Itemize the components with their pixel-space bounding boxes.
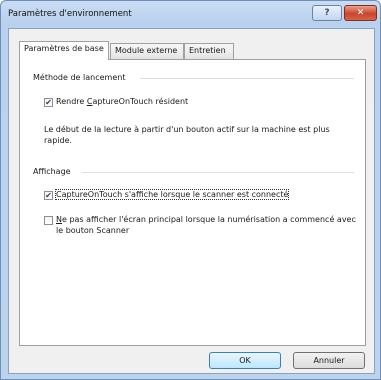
tab-label: Paramètres de base	[24, 44, 104, 53]
hide-main-screen-checkbox[interactable]	[44, 216, 53, 225]
title-bar[interactable]: Paramètres d'environnement ? ✕	[1, 1, 380, 27]
ok-label: OK	[239, 356, 251, 365]
launch-description-line2: rapide.	[44, 136, 73, 145]
close-icon: ✕	[356, 8, 365, 18]
tab-basic-settings[interactable]: Paramètres de base	[19, 41, 109, 60]
hide-main-screen-label-line1[interactable]: Ne pas afficher l'écran principal lorsqu…	[56, 215, 356, 224]
tab-label: Module externe	[115, 46, 178, 55]
question-mark-icon: ?	[324, 8, 330, 18]
group-divider	[82, 172, 354, 173]
label-text: aptureOnTouch résident	[92, 97, 189, 106]
tab-label: Entretien	[189, 46, 226, 55]
launch-description-line1: Le début de la lecture à partir d'un bou…	[44, 125, 330, 134]
group-divider	[140, 78, 354, 79]
cancel-label: Annuler	[313, 356, 345, 365]
dialog-title: Paramètres d'environnement	[8, 9, 132, 19]
tab-plugin[interactable]: Module externe	[110, 43, 184, 59]
label-text: e pas afficher l'écran principal lorsque…	[61, 215, 356, 224]
resident-label[interactable]: Rendre CaptureOnTouch résident	[56, 97, 188, 106]
label-text: Rendre	[56, 97, 87, 106]
show-on-connect-checkbox[interactable]	[44, 191, 53, 200]
resident-checkbox[interactable]	[44, 98, 53, 107]
show-on-connect-label[interactable]: CaptureOnTouch s'affiche lorsque le scan…	[54, 189, 290, 200]
cancel-button[interactable]: Annuler	[293, 352, 365, 369]
close-button[interactable]: ✕	[344, 5, 377, 21]
help-button[interactable]: ?	[312, 5, 342, 21]
hide-main-screen-label-line2[interactable]: le bouton Scanner	[56, 226, 129, 235]
environment-settings-dialog: Paramètres d'environnement ? ✕ Paramètre…	[0, 0, 381, 380]
tab-maintenance[interactable]: Entretien	[184, 43, 234, 59]
ok-button[interactable]: OK	[209, 352, 281, 369]
group-title-display: Affichage	[33, 167, 71, 176]
group-title-launch: Méthode de lancement	[33, 73, 126, 82]
dialog-body: Paramètres de base Module externe Entret…	[8, 28, 375, 374]
tab-panel: Méthode de lancement Rendre CaptureOnTou…	[19, 59, 366, 346]
